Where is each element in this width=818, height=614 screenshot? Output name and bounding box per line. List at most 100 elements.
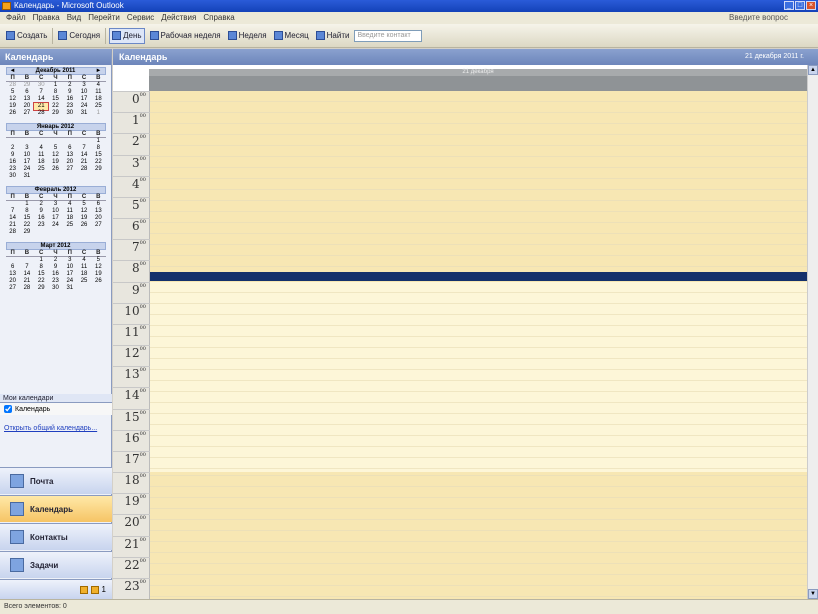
mini-day-cell[interactable]: 15 <box>48 96 62 103</box>
mini-day-cell[interactable]: 9 <box>34 208 48 215</box>
mini-day-cell[interactable]: 13 <box>63 152 77 159</box>
mini-day-cell[interactable]: 18 <box>77 271 91 278</box>
mini-day-cell[interactable]: 20 <box>20 103 34 110</box>
mini-day-cell[interactable]: 30 <box>6 173 20 180</box>
mini-day-cell[interactable]: 19 <box>6 103 20 110</box>
mini-day-cell[interactable]: 15 <box>91 152 105 159</box>
mini-day-cell[interactable]: 27 <box>20 110 34 117</box>
mini-day-cell[interactable]: 2 <box>6 145 20 152</box>
mini-day-cell[interactable]: 28 <box>77 166 91 173</box>
mini-day-cell[interactable]: 8 <box>91 145 105 152</box>
mini-day-cell[interactable]: 6 <box>6 264 20 271</box>
mini-day-cell[interactable]: 3 <box>20 145 34 152</box>
mini-day-cell[interactable]: 8 <box>34 264 48 271</box>
menu-item[interactable]: Перейти <box>88 12 120 24</box>
mini-day-cell[interactable]: 6 <box>20 89 34 96</box>
mini-day-cell[interactable]: 29 <box>34 285 48 292</box>
mini-day-cell[interactable]: 20 <box>6 278 20 285</box>
mini-day-cell[interactable]: 3 <box>48 201 62 208</box>
mini-day-cell[interactable]: 24 <box>77 103 91 110</box>
mini-day-cell[interactable]: 12 <box>77 208 91 215</box>
mini-day-cell[interactable]: 22 <box>20 222 34 229</box>
mini-day-cell[interactable]: 11 <box>34 152 48 159</box>
mini-day-cell[interactable]: 12 <box>6 96 20 103</box>
menu-item[interactable]: Действия <box>161 12 196 24</box>
mini-day-cell[interactable]: 29 <box>20 82 34 89</box>
mini-day-cell[interactable]: 14 <box>77 152 91 159</box>
menu-item[interactable]: Вид <box>67 12 81 24</box>
mini-day-cell[interactable]: 11 <box>91 89 105 96</box>
mini-day-cell[interactable]: 30 <box>34 82 48 89</box>
mini-day-cell[interactable]: 26 <box>6 110 20 117</box>
mini-day-cell[interactable]: 13 <box>91 208 105 215</box>
mini-day-cell[interactable]: 22 <box>91 159 105 166</box>
toolbar-button[interactable]: Неделя <box>226 28 269 44</box>
folder-icon[interactable] <box>79 585 88 594</box>
mini-day-cell[interactable]: 4 <box>63 201 77 208</box>
my-calendars-header[interactable]: Мои календари <box>0 394 112 403</box>
mini-day-cell[interactable]: 21 <box>77 159 91 166</box>
mini-day-cell[interactable]: 5 <box>48 145 62 152</box>
scroll-up-arrow-icon[interactable]: ▲ <box>808 65 818 75</box>
mini-day-cell[interactable]: 23 <box>48 278 62 285</box>
mini-day-cell[interactable]: 16 <box>6 159 20 166</box>
mini-day-cell[interactable]: 22 <box>48 103 62 110</box>
toolbar-button[interactable]: Месяц <box>272 28 311 44</box>
mini-day-cell[interactable]: 6 <box>63 145 77 152</box>
mini-day-cell[interactable]: 24 <box>20 166 34 173</box>
calendar-checkbox-item[interactable]: Календарь <box>0 403 112 415</box>
mini-day-cell[interactable]: 20 <box>63 159 77 166</box>
mini-day-cell[interactable]: 27 <box>6 285 20 292</box>
open-shared-calendar-link[interactable]: Открыть общий календарь... <box>0 415 112 432</box>
mini-day-cell[interactable]: 30 <box>63 110 77 117</box>
mini-day-cell[interactable]: 8 <box>48 89 62 96</box>
mini-day-cell[interactable]: 19 <box>77 215 91 222</box>
mini-day-cell[interactable]: 11 <box>77 264 91 271</box>
mini-day-cell[interactable]: 22 <box>34 278 48 285</box>
toolbar-button[interactable]: Найти <box>314 28 352 44</box>
toolbar-button[interactable]: Сегодня <box>56 28 102 44</box>
mini-day-cell[interactable] <box>6 201 20 208</box>
calendar-checkbox[interactable] <box>4 405 12 413</box>
help-question-box[interactable]: Введите вопрос <box>729 12 788 24</box>
menu-item[interactable]: Правка <box>33 12 60 24</box>
mini-day-cell[interactable]: 10 <box>77 89 91 96</box>
mini-day-cell[interactable]: 27 <box>91 222 105 229</box>
mini-day-cell[interactable]: 25 <box>77 278 91 285</box>
mini-day-cell[interactable]: 17 <box>77 96 91 103</box>
nav-footer-count[interactable]: 1 <box>102 585 106 594</box>
contact-search-input[interactable]: Введите контакт <box>354 29 423 42</box>
mini-day-cell[interactable]: 21 <box>6 222 20 229</box>
mini-day-cell[interactable]: 4 <box>77 257 91 264</box>
mini-day-cell[interactable]: 2 <box>48 257 62 264</box>
mini-day-cell[interactable]: 10 <box>63 264 77 271</box>
mini-day-cell[interactable]: 5 <box>77 201 91 208</box>
mini-day-cell[interactable]: 10 <box>20 152 34 159</box>
mini-day-cell[interactable]: 7 <box>6 208 20 215</box>
mini-day-cell[interactable]: 26 <box>91 278 105 285</box>
mini-day-cell[interactable] <box>20 257 34 264</box>
mini-day-cell[interactable] <box>48 138 62 145</box>
vertical-scrollbar[interactable]: ▲ ▼ <box>807 65 818 599</box>
nav-button[interactable]: Почта <box>0 467 112 494</box>
mini-day-cell[interactable]: 30 <box>48 285 62 292</box>
mini-day-cell[interactable]: 31 <box>63 285 77 292</box>
mini-day-cell[interactable]: 15 <box>34 271 48 278</box>
scroll-down-arrow-icon[interactable]: ▼ <box>808 589 818 599</box>
mini-day-cell[interactable] <box>63 138 77 145</box>
mini-day-cell[interactable]: 18 <box>91 96 105 103</box>
mini-day-cell[interactable]: 9 <box>63 89 77 96</box>
mini-day-cell[interactable]: 31 <box>77 110 91 117</box>
mini-day-cell[interactable]: 12 <box>48 152 62 159</box>
mini-day-cell[interactable] <box>77 138 91 145</box>
mini-day-cell[interactable]: 2 <box>63 82 77 89</box>
mini-day-cell[interactable]: 12 <box>91 264 105 271</box>
mini-day-cell[interactable]: 1 <box>20 201 34 208</box>
menu-item[interactable]: Справка <box>203 12 234 24</box>
mini-day-cell[interactable]: 6 <box>91 201 105 208</box>
mini-day-cell[interactable]: 4 <box>34 145 48 152</box>
prev-month-arrow-icon[interactable]: ◄ <box>10 68 16 74</box>
selected-time-slot[interactable] <box>150 271 807 281</box>
toolbar-button[interactable]: Создать <box>4 28 49 44</box>
mini-day-cell[interactable]: 13 <box>6 271 20 278</box>
